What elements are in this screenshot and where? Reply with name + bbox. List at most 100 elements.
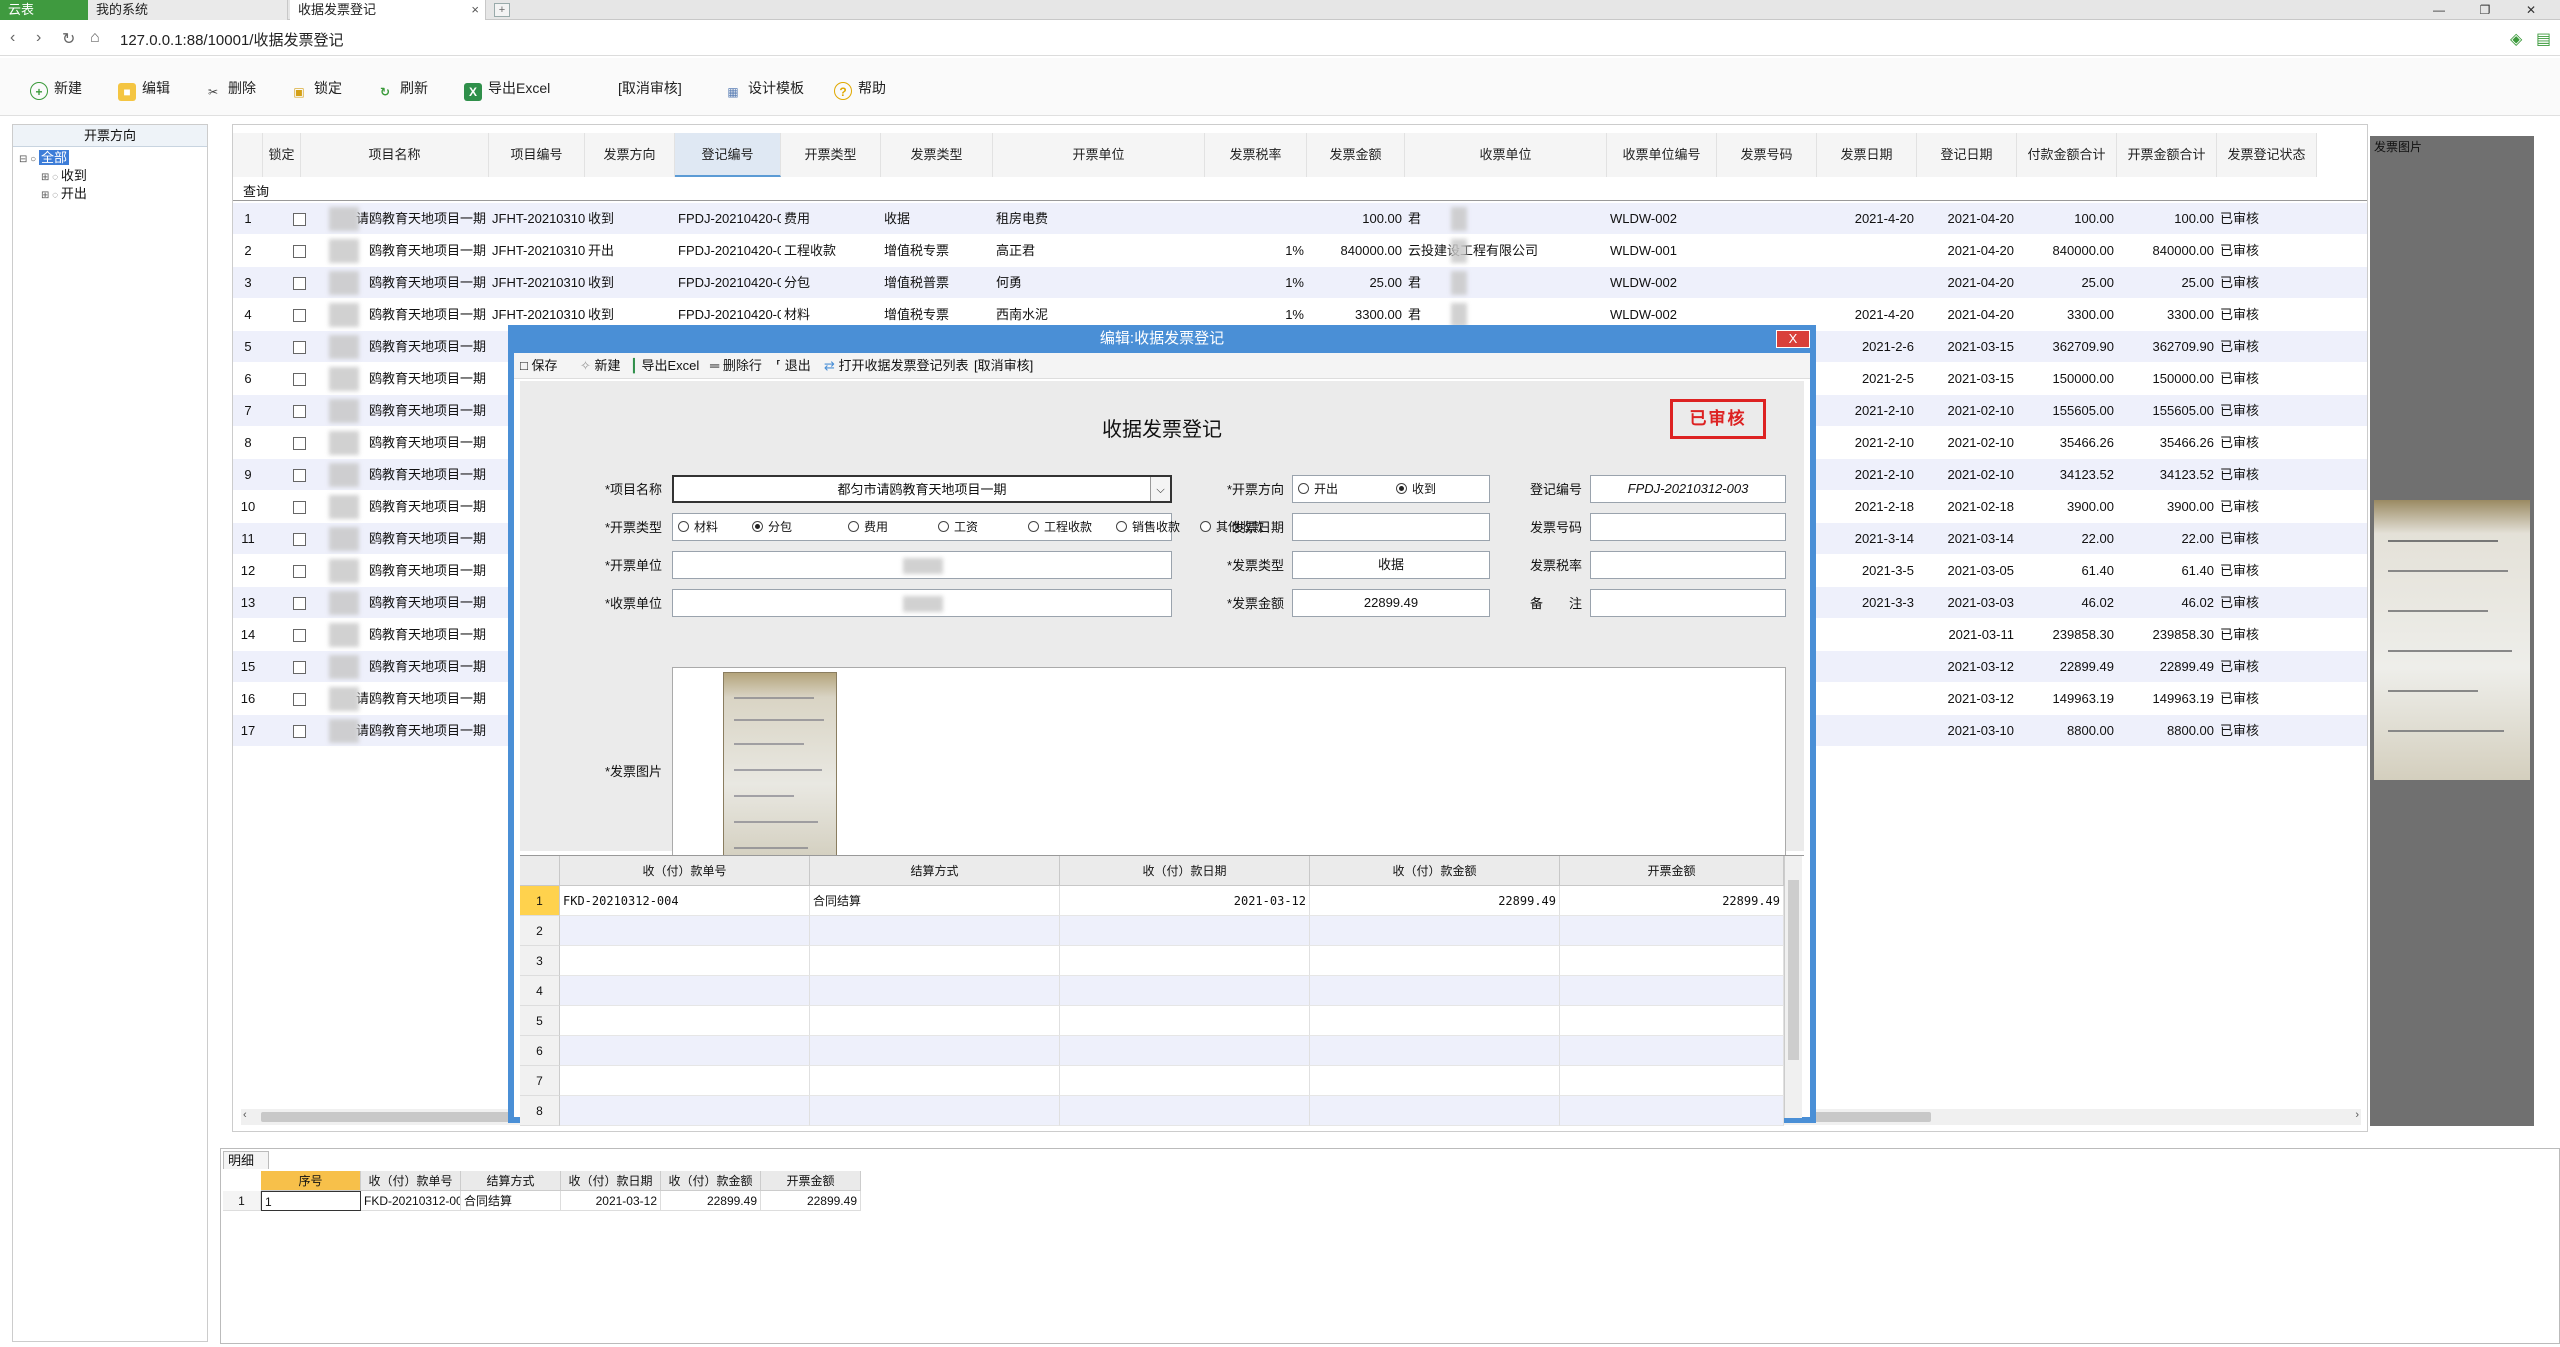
payment-cell[interactable] <box>1310 1096 1560 1126</box>
tab-my-system[interactable]: 我的系统 <box>88 0 288 20</box>
payment-row-number[interactable]: 8 <box>520 1096 560 1126</box>
detail-method[interactable]: 合同结算 <box>461 1191 561 1211</box>
payment-cell[interactable] <box>1060 1006 1310 1036</box>
payment-cell[interactable] <box>1310 916 1560 946</box>
payment-cell[interactable]: 22899.49 <box>1560 886 1784 916</box>
window-close-button[interactable]: ✕ <box>2508 0 2554 20</box>
direction-option-issued[interactable]: 开出 <box>1298 476 1338 502</box>
issuer-field[interactable] <box>672 551 1172 579</box>
payment-cell[interactable] <box>810 916 1060 946</box>
column-header[interactable]: 登记编号 <box>675 133 781 177</box>
dialog-new-button[interactable]: ✧ 新建 <box>580 356 621 376</box>
refresh-button[interactable]: ↻ 刷新 <box>376 77 428 99</box>
radio-issued[interactable] <box>1298 483 1309 494</box>
invoice-date-field[interactable] <box>1292 513 1490 541</box>
home-icon[interactable]: ⌂ <box>90 29 100 47</box>
payee-field[interactable] <box>672 589 1172 617</box>
scroll-right-icon[interactable]: › <box>2355 1109 2359 1121</box>
invoice-image-box[interactable] <box>672 667 1786 879</box>
extension-icon[interactable]: ◈ <box>2510 29 2522 49</box>
export-excel-button[interactable]: X 导出Excel <box>464 77 550 101</box>
payment-cell[interactable] <box>560 1036 810 1066</box>
tab-detail[interactable]: 明细 <box>223 1151 269 1169</box>
radio-button[interactable] <box>1028 521 1039 532</box>
chevron-down-icon[interactable]: ⌵ <box>1150 477 1170 501</box>
detail-invoice-amount[interactable]: 22899.49 <box>761 1191 861 1211</box>
invoice-type-option[interactable]: 材料 <box>678 514 718 540</box>
help-button[interactable]: ? 帮助 <box>834 77 886 100</box>
radio-button[interactable] <box>752 521 763 532</box>
payment-cell[interactable] <box>560 1066 810 1096</box>
dialog-delete-row-button[interactable]: ═ 删除行 <box>710 356 762 376</box>
payment-cell[interactable] <box>1560 976 1784 1006</box>
payment-row-number[interactable]: 4 <box>520 976 560 1006</box>
dialog-export-button[interactable]: ┃ 导出Excel <box>630 356 699 376</box>
payment-cell[interactable] <box>1560 946 1784 976</box>
column-header[interactable]: 开票类型 <box>781 133 881 177</box>
payment-cell[interactable] <box>1310 1006 1560 1036</box>
detail-column-header[interactable]: 收（付）款单号 <box>361 1171 461 1191</box>
payment-cell[interactable]: FKD-20210312-004 <box>560 886 810 916</box>
delete-button[interactable]: ✂ 删除 <box>204 77 256 99</box>
edit-button[interactable]: ■ 编辑 <box>118 77 170 101</box>
detail-column-header[interactable]: 收（付）款金额 <box>661 1171 761 1191</box>
amount-field[interactable]: 22899.49 <box>1292 589 1490 617</box>
radio-received[interactable] <box>1396 483 1407 494</box>
detail-column-header[interactable]: 开票金额 <box>761 1171 861 1191</box>
forward-icon[interactable]: › <box>36 29 41 47</box>
payment-column-header[interactable]: 收（付）款日期 <box>1060 856 1310 886</box>
payment-cell[interactable] <box>560 1096 810 1126</box>
new-tab-button[interactable]: + <box>494 3 510 17</box>
payment-cell[interactable] <box>560 976 810 1006</box>
payment-cell[interactable] <box>1060 916 1310 946</box>
payment-cell[interactable] <box>560 1006 810 1036</box>
project-select[interactable]: 都匀市请鸥教育天地项目一期 ⌵ <box>672 475 1172 503</box>
detail-column-header[interactable]: 序号 <box>261 1171 361 1191</box>
payment-column-header[interactable]: 开票金额 <box>1560 856 1784 886</box>
tree-item-received[interactable]: ⊞ ◌ 收到 <box>41 167 87 186</box>
column-header[interactable]: 发票方向 <box>585 133 675 177</box>
payment-cell[interactable] <box>1060 1066 1310 1096</box>
back-icon[interactable]: ‹ <box>10 29 15 47</box>
payment-cell[interactable] <box>810 1066 1060 1096</box>
payment-row-number[interactable]: 3 <box>520 946 560 976</box>
column-header[interactable]: 登记日期 <box>1917 133 2017 177</box>
payment-cell[interactable] <box>1560 1006 1784 1036</box>
column-header[interactable]: 发票税率 <box>1205 133 1307 177</box>
reload-icon[interactable]: ↻ <box>62 29 75 49</box>
new-button[interactable]: + 新建 <box>30 77 82 100</box>
invoice-type-option[interactable]: 工程收款 <box>1028 514 1092 540</box>
payment-cell[interactable] <box>1310 946 1560 976</box>
radio-button[interactable] <box>938 521 949 532</box>
column-header[interactable]: 开票金额合计 <box>2117 133 2217 177</box>
tab-close-icon[interactable]: × <box>471 0 479 20</box>
payment-cell[interactable] <box>1560 1066 1784 1096</box>
table-row[interactable]: 3 鸥教育天地项目一期 JFHT-20210310-(收到 FPDJ-20210420… <box>233 267 2367 299</box>
payment-row-number[interactable]: 5 <box>520 1006 560 1036</box>
remark-field[interactable] <box>1590 589 1786 617</box>
detail-column-header[interactable]: 结算方式 <box>461 1171 561 1191</box>
column-header[interactable]: 发票类型 <box>881 133 993 177</box>
payment-cell[interactable] <box>1060 1036 1310 1066</box>
column-header[interactable]: 发票日期 <box>1817 133 1917 177</box>
scroll-left-icon[interactable]: ‹ <box>243 1109 247 1121</box>
tab-invoice-registration[interactable]: 收据发票登记 × <box>290 0 486 20</box>
payment-row-number[interactable]: 7 <box>520 1066 560 1096</box>
column-header[interactable]: 锁定 <box>263 133 301 177</box>
payment-cell[interactable] <box>1310 1036 1560 1066</box>
payment-cell[interactable] <box>1560 1036 1784 1066</box>
payment-cell[interactable] <box>1060 976 1310 1006</box>
tax-rate-field[interactable] <box>1590 551 1786 579</box>
design-template-button[interactable]: ▦ 设计模板 <box>724 77 804 99</box>
invoice-no-field[interactable] <box>1590 513 1786 541</box>
dialog-close-button[interactable]: X <box>1776 330 1810 348</box>
column-header[interactable]: 收票单位编号 <box>1607 133 1717 177</box>
payment-row-number[interactable]: 2 <box>520 916 560 946</box>
radio-button[interactable] <box>678 521 689 532</box>
bill-type-field[interactable]: 收据 <box>1292 551 1490 579</box>
dialog-save-button[interactable]: □ 保存 <box>520 356 557 376</box>
payment-cell[interactable] <box>560 946 810 976</box>
dialog-cancel-audit-button[interactable]: [取消审核] <box>974 356 1033 376</box>
tab-cloud[interactable]: 云表 <box>0 0 88 20</box>
detail-payment-no[interactable]: FKD-20210312-004 <box>361 1191 461 1211</box>
